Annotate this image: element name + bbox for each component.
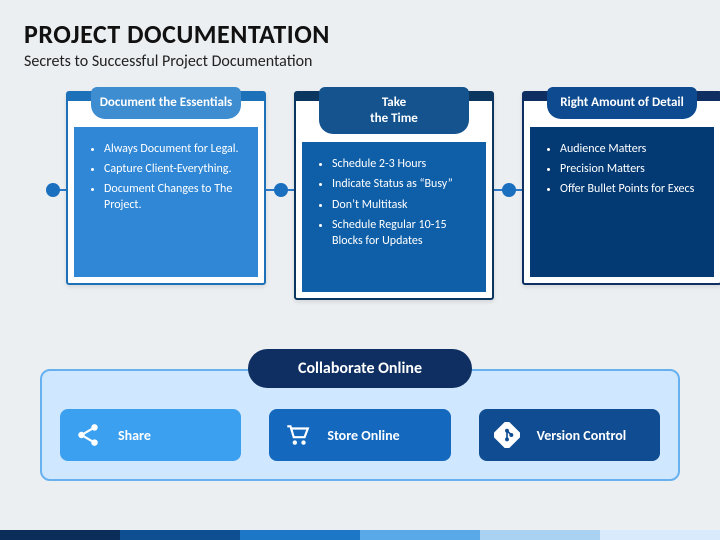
share-label: Share	[118, 427, 151, 444]
list-item: Indicate Status as “Busy”	[332, 176, 476, 192]
card-points: Audience Matters Precision Matters Offer…	[550, 141, 704, 198]
version-label: Version Control	[537, 427, 627, 444]
footer-segment	[120, 530, 240, 540]
footer-segment	[240, 530, 360, 540]
list-item: Offer Bullet Points for Execs	[560, 181, 704, 197]
card-tab: Takethe Time	[319, 87, 469, 134]
share-button[interactable]: Share	[60, 409, 241, 461]
footer-segment	[480, 530, 600, 540]
cart-icon	[283, 421, 311, 449]
store-button[interactable]: Store Online	[269, 409, 450, 461]
card-time: Takethe Time Schedule 2-3 Hours Indicate…	[294, 91, 494, 300]
card-outer: Takethe Time Schedule 2-3 Hours Indicate…	[294, 91, 494, 300]
list-item: Document Changes to The Project.	[104, 181, 248, 213]
version-button[interactable]: Version Control	[479, 409, 660, 461]
page-subtitle: Secrets to Successful Project Documentat…	[0, 52, 720, 87]
collaborate-panel: Collaborate Online Share Store Online Ve…	[40, 369, 680, 481]
share-icon	[74, 421, 102, 449]
card-tab: Document the Essentials	[91, 87, 241, 119]
card-body: Audience Matters Precision Matters Offer…	[530, 127, 714, 277]
footer-segment	[600, 530, 720, 540]
timeline-dot	[502, 183, 516, 197]
list-item: Schedule Regular 10-15 Blocks for Update…	[332, 217, 476, 249]
list-item: Always Document for Legal.	[104, 141, 248, 157]
store-label: Store Online	[327, 427, 399, 444]
card-tab-label: Document the Essentials	[100, 95, 233, 110]
page-title: PROJECT DOCUMENTATION	[0, 0, 720, 52]
collaborate-row: Share Store Online Version Control	[60, 409, 660, 461]
card-outer: Right Amount of Detail Audience Matters …	[522, 91, 720, 285]
card-body: Schedule 2-3 Hours Indicate Status as “B…	[302, 142, 486, 292]
timeline-dot	[274, 183, 288, 197]
collaborate-header: Collaborate Online	[248, 349, 472, 388]
list-item: Audience Matters	[560, 141, 704, 157]
card-body: Always Document for Legal. Capture Clien…	[74, 127, 258, 277]
card-points: Schedule 2-3 Hours Indicate Status as “B…	[322, 156, 476, 249]
footer-segment	[360, 530, 480, 540]
card-detail: Right Amount of Detail Audience Matters …	[522, 91, 720, 285]
list-item: Schedule 2-3 Hours	[332, 156, 476, 172]
card-points: Always Document for Legal. Capture Clien…	[94, 141, 248, 214]
list-item: Don’t Multitask	[332, 197, 476, 213]
footer-segment	[0, 530, 120, 540]
list-item: Precision Matters	[560, 161, 704, 177]
card-tab-label: Right Amount of Detail	[560, 95, 684, 110]
timeline-dot	[46, 183, 60, 197]
cards-row: Document the Essentials Always Document …	[0, 91, 720, 341]
card-essentials: Document the Essentials Always Document …	[66, 91, 266, 285]
card-tab-label: Takethe Time	[370, 95, 418, 126]
git-icon	[493, 421, 521, 449]
list-item: Capture Client-Everything.	[104, 161, 248, 177]
card-tab: Right Amount of Detail	[547, 87, 697, 119]
card-outer: Document the Essentials Always Document …	[66, 91, 266, 285]
footer-strip	[0, 530, 720, 540]
